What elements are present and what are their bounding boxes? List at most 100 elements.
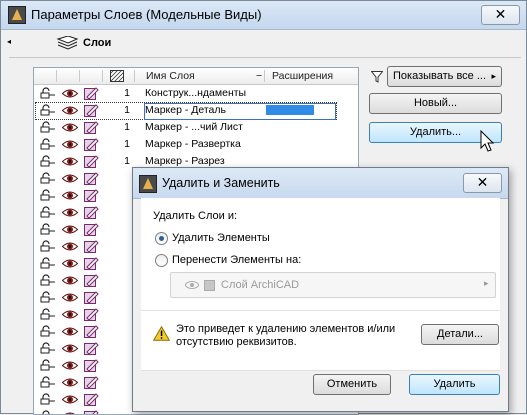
eye-icon[interactable] — [62, 275, 78, 286]
eye-icon[interactable] — [62, 394, 78, 405]
new-layer-button[interactable]: Новый... — [369, 93, 502, 114]
layer-properties-icon[interactable] — [84, 409, 99, 415]
intersection-group-number: 1 — [118, 155, 130, 167]
radio-move-elements[interactable] — [155, 254, 168, 267]
layer-properties-icon[interactable] — [84, 188, 99, 202]
lock-icon[interactable] — [40, 342, 56, 354]
dropdown-arrow-icon: ▸ — [484, 278, 489, 289]
header-separator — [264, 70, 265, 82]
eye-icon[interactable] — [62, 190, 78, 201]
lock-icon[interactable] — [40, 274, 56, 286]
layer-properties-icon[interactable] — [84, 205, 99, 219]
table-row[interactable]: 1 Маркер - ...чий Лист — [34, 119, 358, 136]
eye-icon[interactable] — [62, 122, 78, 133]
layer-properties-icon[interactable] — [84, 239, 99, 253]
eye-icon[interactable] — [62, 88, 78, 99]
lock-icon[interactable] — [40, 155, 56, 167]
lock-icon[interactable] — [40, 325, 56, 337]
mouse-cursor-icon — [480, 130, 496, 154]
dialog-footer: Отменить Удалить — [133, 371, 508, 411]
lock-icon[interactable] — [40, 172, 56, 184]
intersection-group-number: 1 — [118, 104, 130, 116]
cancel-button[interactable]: Отменить — [313, 374, 391, 395]
lock-icon[interactable] — [40, 104, 56, 116]
layer-name[interactable]: Конструк...ндаменты — [145, 87, 246, 99]
lock-icon[interactable] — [40, 206, 56, 218]
target-layer-dropdown[interactable]: Слой ArchiCAD ▸ — [170, 272, 496, 298]
layer-properties-icon[interactable] — [84, 222, 99, 236]
layer-properties-icon[interactable] — [84, 154, 99, 168]
eye-icon[interactable] — [62, 173, 78, 184]
layer-properties-icon[interactable] — [84, 324, 99, 338]
dialog-divider — [141, 310, 500, 311]
layer-properties-icon[interactable] — [84, 171, 99, 185]
layer-properties-icon[interactable] — [84, 358, 99, 372]
lock-icon[interactable] — [40, 121, 56, 133]
layer-properties-icon[interactable] — [84, 375, 99, 389]
layer-name[interactable]: Маркер - ...чий Лист — [145, 121, 243, 133]
lock-icon[interactable] — [40, 240, 56, 252]
column-header-extensions[interactable]: Расширения — [272, 68, 333, 84]
layer-name[interactable]: Маркер - Развертка — [145, 138, 241, 150]
layer-properties-icon[interactable] — [84, 86, 99, 100]
eye-icon[interactable] — [62, 292, 78, 303]
lock-icon[interactable] — [40, 257, 56, 269]
eye-icon[interactable] — [62, 258, 78, 269]
archicad-app-icon — [8, 6, 26, 24]
table-row[interactable]: 1Конструк...ндаменты — [34, 85, 358, 102]
dialog-close-button[interactable]: ✕ — [463, 173, 502, 193]
layer-properties-icon[interactable] — [84, 307, 99, 321]
eye-icon[interactable] — [62, 156, 78, 167]
eye-icon[interactable] — [62, 377, 78, 388]
intersection-group-number: 1 — [118, 121, 130, 133]
lock-icon[interactable] — [40, 138, 56, 150]
window-title: Параметры Слоев (Модельные Виды) — [31, 7, 262, 22]
eye-icon[interactable] — [62, 207, 78, 218]
layer-properties-icon[interactable] — [84, 120, 99, 134]
hatch-header-icon[interactable] — [110, 70, 124, 82]
layer-properties-icon[interactable] — [84, 392, 99, 406]
lock-icon[interactable] — [40, 223, 56, 235]
layer-name[interactable]: Маркер - Деталь — [145, 104, 226, 116]
lock-icon[interactable] — [40, 410, 56, 415]
lock-icon[interactable] — [40, 376, 56, 388]
confirm-delete-button[interactable]: Удалить — [409, 374, 500, 395]
lock-icon[interactable] — [40, 308, 56, 320]
close-icon: ✕ — [495, 6, 507, 22]
column-header-name[interactable]: Имя Слоя — [146, 68, 195, 84]
eye-icon[interactable] — [62, 105, 78, 116]
eye-icon[interactable] — [62, 224, 78, 235]
radio-delete-elements-label[interactable]: Удалить Элементы — [172, 232, 270, 244]
table-row[interactable]: 1 Маркер - Деталь — [34, 102, 358, 119]
lock-icon[interactable] — [40, 291, 56, 303]
eye-icon[interactable] — [62, 360, 78, 371]
window-close-button[interactable]: ✕ — [481, 5, 520, 25]
dialog-titlebar[interactable]: Удалить и Заменить ✕ — [133, 168, 508, 199]
layer-properties-icon[interactable] — [84, 341, 99, 355]
details-button[interactable]: Детали... — [421, 324, 499, 345]
collapse-arrow-icon[interactable]: ◂ — [7, 37, 11, 46]
lock-icon[interactable] — [40, 359, 56, 371]
eye-icon[interactable] — [62, 309, 78, 320]
lock-icon[interactable] — [40, 87, 56, 99]
dialog-title: Удалить и Заменить — [162, 176, 280, 190]
extension-bar — [266, 105, 314, 115]
eye-icon[interactable] — [62, 343, 78, 354]
eye-icon[interactable] — [62, 326, 78, 337]
layer-properties-icon[interactable] — [84, 290, 99, 304]
eye-icon[interactable] — [62, 241, 78, 252]
layer-properties-icon[interactable] — [84, 103, 99, 117]
radio-move-elements-label[interactable]: Перенести Элементы на: — [172, 254, 301, 266]
eye-icon[interactable] — [62, 139, 78, 150]
layer-properties-icon[interactable] — [84, 273, 99, 287]
lock-icon[interactable] — [40, 393, 56, 405]
eye-icon[interactable] — [62, 411, 78, 415]
window-titlebar[interactable]: Параметры Слоев (Модельные Виды) ✕ — [1, 1, 526, 30]
layer-name[interactable]: Маркер - Разрез — [145, 155, 225, 167]
lock-icon[interactable] — [40, 189, 56, 201]
table-row[interactable]: 1Маркер - Развертка — [34, 136, 358, 153]
layer-properties-icon[interactable] — [84, 137, 99, 151]
layer-properties-icon[interactable] — [84, 256, 99, 270]
show-all-filter-dropdown[interactable]: Показывать все ... ▸ — [387, 66, 502, 87]
radio-delete-elements[interactable] — [155, 232, 168, 245]
